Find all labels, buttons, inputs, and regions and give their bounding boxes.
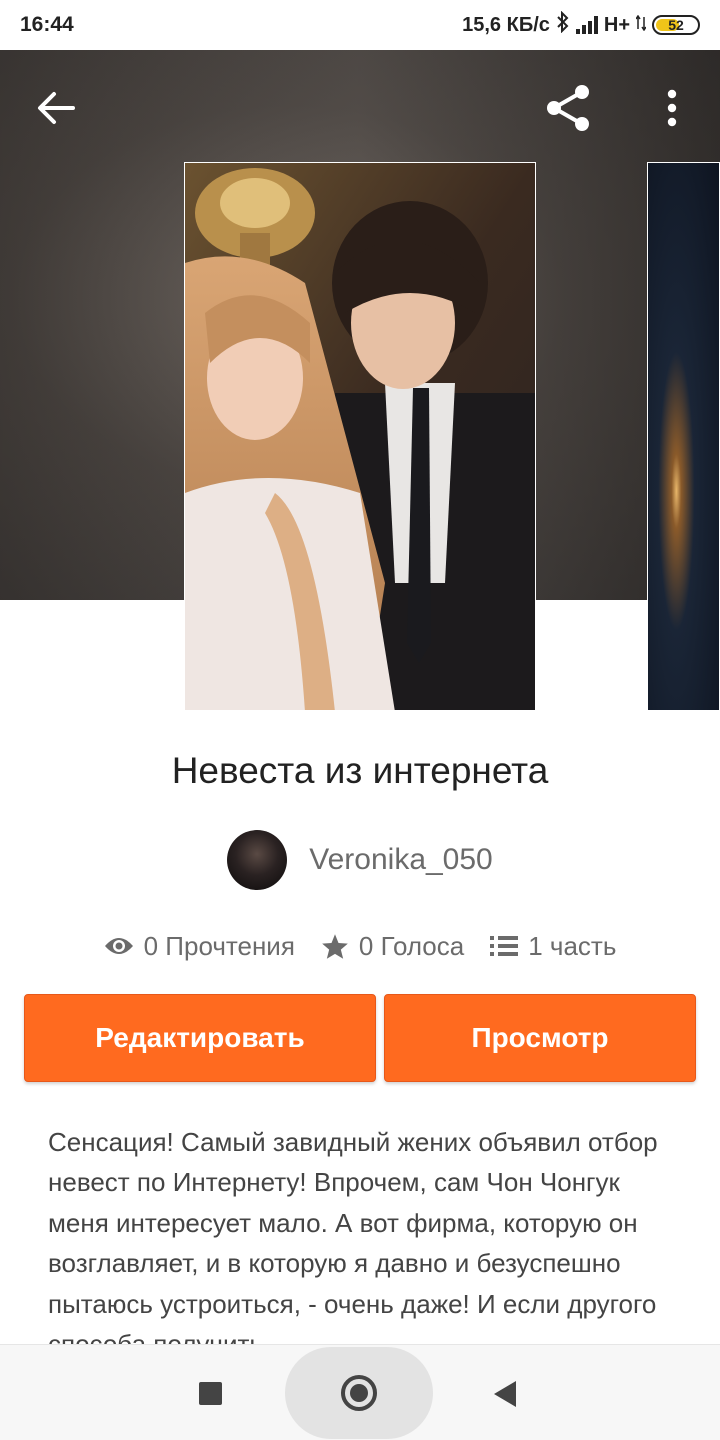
share-button[interactable] <box>538 78 598 138</box>
network-type: H+ <box>603 13 630 36</box>
star-icon <box>322 933 348 959</box>
bluetooth-icon <box>556 10 570 39</box>
list-icon <box>490 936 519 956</box>
story-title: Невеста из интернета <box>171 750 549 791</box>
battery-icon: 52 <box>652 15 700 35</box>
back-nav-button[interactable] <box>494 1381 516 1407</box>
reads-count: 0 Прочтения <box>143 930 295 961</box>
system-nav-bar <box>0 1344 720 1440</box>
share-icon <box>547 85 589 131</box>
arrow-left-icon <box>38 92 75 124</box>
story-description: Сенсация! Самый завидный жених объявил о… <box>48 1127 658 1344</box>
reads-stat: 0 Прочтения <box>104 931 295 962</box>
home-button[interactable] <box>341 1375 377 1411</box>
status-bar: 16:44 15,6 КБ/с H+ 52 <box>0 0 720 50</box>
status-time: 16:44 <box>20 13 74 36</box>
next-story-cover[interactable] <box>647 162 720 711</box>
cover-artwork <box>185 163 535 710</box>
parts-count: 1 часть <box>528 930 617 961</box>
votes-count: 0 Голоса <box>358 930 465 961</box>
view-button[interactable]: Просмотр <box>384 994 696 1082</box>
parts-stat: 1 часть <box>490 931 616 962</box>
signal-icon <box>575 16 598 34</box>
edit-button[interactable]: Редактировать <box>24 994 376 1082</box>
story-stats: 0 Прочтения 0 Голоса 1 часть <box>0 920 720 972</box>
eye-icon <box>104 938 133 954</box>
author-name[interactable]: Veronika_050 <box>309 843 493 877</box>
votes-stat: 0 Голоса <box>321 931 464 962</box>
battery-level: 52 <box>668 17 684 33</box>
back-button[interactable] <box>28 80 84 136</box>
status-indicators: 15,6 КБ/с H+ 52 <box>462 10 700 39</box>
story-cover-image[interactable] <box>184 162 536 711</box>
avatar[interactable] <box>227 830 288 890</box>
more-options-button[interactable] <box>650 80 694 136</box>
author-row[interactable]: Veronika_050 <box>0 830 720 890</box>
more-vertical-icon <box>667 89 677 127</box>
data-arrows-icon <box>635 14 647 37</box>
recent-apps-button[interactable] <box>199 1382 222 1405</box>
network-speed: 15,6 КБ/с <box>462 13 550 36</box>
